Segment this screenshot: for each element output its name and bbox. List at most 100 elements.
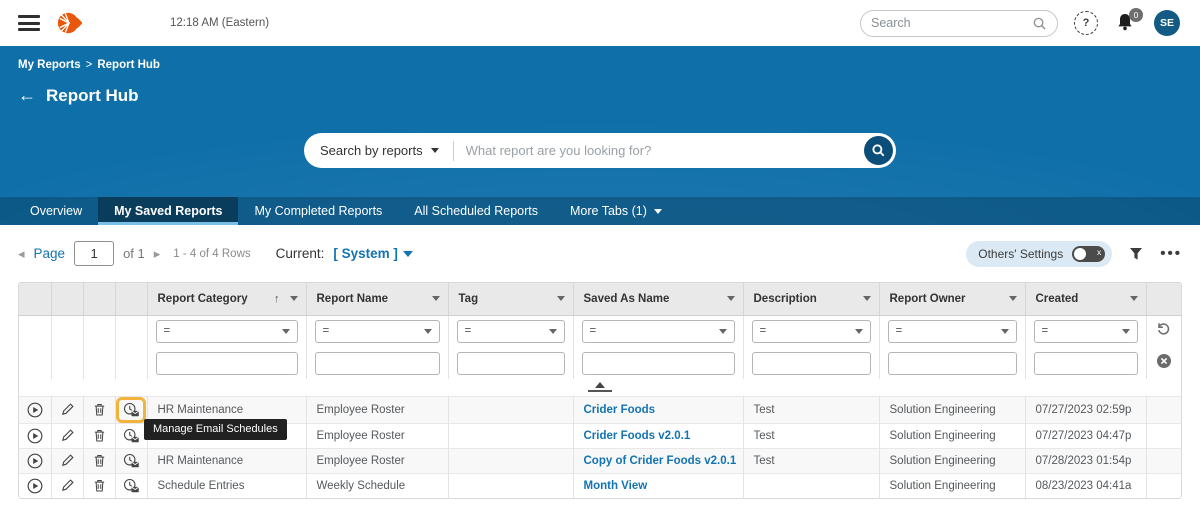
clear-filters-icon[interactable] <box>1156 353 1172 369</box>
filter-operator-description[interactable]: = <box>752 320 871 343</box>
chevron-down-icon <box>855 329 863 334</box>
saved-as-link[interactable]: Copy of Crider Foods v2.0.1 <box>584 455 737 467</box>
manage-email-schedules-icon[interactable] <box>120 450 142 472</box>
search-icon <box>1032 16 1047 31</box>
delete-report-icon[interactable] <box>88 450 110 472</box>
search-category-dropdown[interactable]: Search by reports <box>304 143 453 158</box>
filter-input-description[interactable] <box>752 352 871 375</box>
saved-as-link[interactable]: Crider Foods <box>584 404 656 416</box>
filter-funnel-icon[interactable] <box>1128 246 1144 262</box>
chevron-down-icon <box>719 329 727 334</box>
hamburger-menu-icon[interactable] <box>18 15 40 31</box>
header-tag[interactable]: Tag <box>448 283 573 315</box>
filter-input-report-category[interactable] <box>156 352 298 375</box>
run-report-icon[interactable] <box>24 399 46 421</box>
saved-as-link[interactable]: Crider Foods v2.0.1 <box>584 430 691 442</box>
search-icon <box>871 143 886 158</box>
sort-asc-icon[interactable]: ↑ <box>274 293 280 305</box>
tab-my-completed-reports[interactable]: My Completed Reports <box>238 197 398 225</box>
filter-input-saved-as-name[interactable] <box>582 352 735 375</box>
avatar[interactable]: SE <box>1154 10 1180 36</box>
tab-more-tabs[interactable]: More Tabs (1) <box>554 197 678 225</box>
header-created[interactable]: Created <box>1025 283 1146 315</box>
header-run <box>19 283 51 315</box>
search-submit-button[interactable] <box>864 136 893 165</box>
help-icon[interactable]: ? <box>1074 11 1098 35</box>
filter-operator-report-category[interactable]: = <box>156 320 298 343</box>
table-row: HR Maintenance Employee Roster Copy of C… <box>19 448 1181 473</box>
filter-operator-created[interactable]: = <box>1034 320 1138 343</box>
notifications-bell[interactable]: 0 <box>1114 11 1138 35</box>
cell-report-name: Employee Roster <box>306 423 448 448</box>
hero-banner: My Reports>Report Hub ← Report Hub Searc… <box>0 46 1200 225</box>
filter-operator-tag[interactable]: = <box>457 320 565 343</box>
filter-operator-report-owner[interactable]: = <box>888 320 1017 343</box>
report-search-input[interactable] <box>454 143 864 158</box>
tab-all-scheduled-reports[interactable]: All Scheduled Reports <box>398 197 554 225</box>
toggle-off-x: x <box>1097 247 1101 257</box>
delete-report-icon[interactable] <box>88 425 110 447</box>
filter-input-report-name[interactable] <box>315 352 440 375</box>
others-settings-pill: Others' Settings x <box>966 241 1112 267</box>
column-menu-icon[interactable] <box>1009 296 1017 301</box>
column-menu-icon[interactable] <box>290 296 298 301</box>
cell-tag <box>448 423 573 448</box>
cell-created: 07/27/2023 02:59p <box>1025 396 1146 423</box>
cell-report-name: Employee Roster <box>306 448 448 473</box>
table-row: Schedule Entries Weekly Schedule Month V… <box>19 473 1181 498</box>
filter-input-report-owner[interactable] <box>888 352 1017 375</box>
next-page-icon[interactable]: ▸ <box>154 246 161 262</box>
cell-report-category: Schedule Entries <box>147 473 306 498</box>
manage-email-schedules-icon[interactable] <box>120 425 142 447</box>
cell-report-owner: Solution Engineering <box>879 396 1025 423</box>
collapse-filters-icon[interactable] <box>588 382 612 392</box>
tooltip: Manage Email Schedules <box>144 419 287 440</box>
search-category-label: Search by reports <box>320 143 423 158</box>
header-report-category[interactable]: Report Category↑ <box>147 283 306 315</box>
edit-report-icon[interactable] <box>56 399 78 421</box>
chevron-down-icon <box>282 329 290 334</box>
tab-my-saved-reports[interactable]: My Saved Reports <box>98 197 238 225</box>
header-saved-as-name[interactable]: Saved As Name <box>573 283 743 315</box>
delete-report-icon[interactable] <box>88 399 110 421</box>
filter-input-created[interactable] <box>1034 352 1138 375</box>
edit-report-icon[interactable] <box>56 450 78 472</box>
prev-page-icon[interactable]: ◂ <box>18 246 25 262</box>
run-report-icon[interactable] <box>24 425 46 447</box>
saved-as-link[interactable]: Month View <box>584 480 648 492</box>
header-report-owner[interactable]: Report Owner <box>879 283 1025 315</box>
header-edit <box>51 283 83 315</box>
cell-report-category: HR Maintenance <box>147 448 306 473</box>
back-arrow-icon[interactable]: ← <box>18 85 36 106</box>
cell-description: Test <box>743 396 879 423</box>
column-menu-icon[interactable] <box>863 296 871 301</box>
header-report-name[interactable]: Report Name <box>306 283 448 315</box>
header-delete <box>83 283 115 315</box>
filter-input-tag[interactable] <box>457 352 565 375</box>
delete-report-icon[interactable] <box>88 475 110 497</box>
run-report-icon[interactable] <box>24 450 46 472</box>
manage-email-schedules-icon[interactable] <box>116 397 146 423</box>
breadcrumb-report-hub[interactable]: Report Hub <box>97 59 160 71</box>
filter-operator-report-name[interactable]: = <box>315 320 440 343</box>
column-menu-icon[interactable] <box>557 296 565 301</box>
more-options-icon[interactable]: ••• <box>1160 245 1182 262</box>
breadcrumb-my-reports[interactable]: My Reports <box>18 59 81 71</box>
edit-report-icon[interactable] <box>56 425 78 447</box>
reports-table: Report Category↑ Report Name Tag Saved A… <box>18 282 1182 499</box>
column-menu-icon[interactable] <box>727 296 735 301</box>
column-menu-icon[interactable] <box>1130 296 1138 301</box>
toggle-knob <box>1074 248 1086 260</box>
global-search-input[interactable] <box>871 16 1032 30</box>
reset-filters-icon[interactable] <box>1156 321 1171 336</box>
header-description[interactable]: Description <box>743 283 879 315</box>
page-number-input[interactable] <box>74 241 114 266</box>
others-settings-toggle[interactable]: x <box>1072 246 1105 262</box>
manage-email-schedules-icon[interactable] <box>120 475 142 497</box>
current-system-selector[interactable]: [ System ] <box>333 246 413 261</box>
tab-overview[interactable]: Overview <box>14 197 98 225</box>
edit-report-icon[interactable] <box>56 475 78 497</box>
filter-operator-saved-as-name[interactable]: = <box>582 320 735 343</box>
run-report-icon[interactable] <box>24 475 46 497</box>
column-menu-icon[interactable] <box>432 296 440 301</box>
